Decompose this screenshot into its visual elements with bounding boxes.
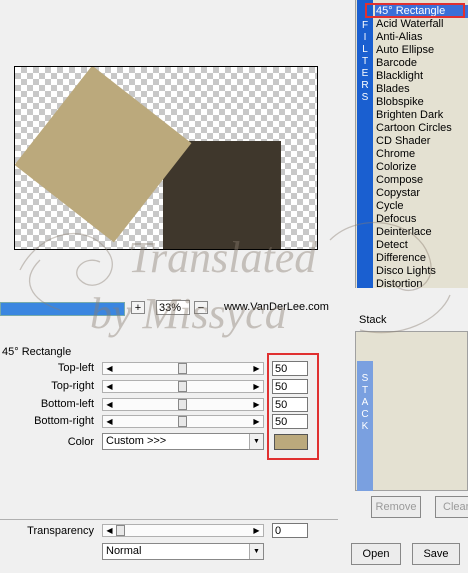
filter-item[interactable]: Colorize xyxy=(375,161,468,174)
filter-item[interactable]: Auto Ellipse xyxy=(375,44,468,57)
slider-transparency[interactable]: ◀ ▶ xyxy=(102,524,264,537)
filter-item[interactable]: Blobspike xyxy=(375,96,468,109)
filters-strip-letter: L xyxy=(362,44,368,55)
slider-right-arrow-icon[interactable]: ▶ xyxy=(251,416,262,427)
selection-highlight-outline xyxy=(365,3,465,18)
color-label: Color xyxy=(67,436,94,448)
zoom-in-button[interactable]: + xyxy=(131,301,145,314)
filter-item[interactable]: Chrome xyxy=(375,148,468,161)
filter-item[interactable]: Difference xyxy=(375,252,468,265)
slider-thumb[interactable] xyxy=(116,525,125,536)
slider-thumb[interactable] xyxy=(178,399,187,410)
filter-item[interactable]: Blacklight xyxy=(375,70,468,83)
filters-strip-letter: R xyxy=(361,80,369,91)
filters-strip-label: FILTERS xyxy=(357,20,373,104)
open-button[interactable]: Open xyxy=(351,543,401,565)
filters-list-panel[interactable]: FILTERS 45° Rectangle Acid Waterfall Anti-… xyxy=(355,0,468,291)
filter-item[interactable]: Deinterlace xyxy=(375,226,468,239)
color-dropdown-value: Custom >>> xyxy=(106,435,167,447)
slider-right-arrow-icon[interactable]: ▶ xyxy=(251,363,262,374)
param-label-top-right: Top-right xyxy=(51,380,94,392)
color-dropdown[interactable]: Custom >>> ▼ xyxy=(102,433,264,450)
slider-right-arrow-icon[interactable]: ▶ xyxy=(251,399,262,410)
stack-strip: STACK xyxy=(357,361,373,491)
zoom-out-button[interactable]: − xyxy=(194,301,208,314)
progress-bar xyxy=(0,302,125,316)
filter-item[interactable]: Defocus xyxy=(375,213,468,226)
filter-item[interactable]: Brighten Dark xyxy=(375,109,468,122)
slider-left-arrow-icon[interactable]: ◀ xyxy=(104,363,115,374)
param-label-bottom-left: Bottom-left xyxy=(40,398,94,410)
filter-item[interactable]: Detect xyxy=(375,239,468,252)
stack-panel[interactable]: STACK xyxy=(355,331,468,491)
filter-item[interactable]: Acid Waterfall xyxy=(375,18,468,31)
filter-item[interactable]: Blades xyxy=(375,83,468,96)
stack-strip-letter: K xyxy=(361,421,369,432)
slider-left-arrow-icon[interactable]: ◀ xyxy=(104,416,115,427)
remove-button[interactable]: Remove xyxy=(371,496,421,518)
clear-button[interactable]: Clear xyxy=(435,496,468,518)
slider-left-arrow-icon[interactable]: ◀ xyxy=(104,399,115,410)
slider-top-left[interactable]: ◀ ▶ xyxy=(102,362,264,375)
slider-right-arrow-icon[interactable]: ▶ xyxy=(251,381,262,392)
stack-strip-letter: C xyxy=(361,409,369,420)
filter-item[interactable]: Copystar xyxy=(375,187,468,200)
filter-item[interactable]: Cartoon Circles xyxy=(375,122,468,135)
stack-strip-label: STACK xyxy=(357,373,373,433)
stack-title: Stack xyxy=(359,314,387,326)
filter-item[interactable]: Disco Lights xyxy=(375,265,468,278)
blend-mode-value: Normal xyxy=(106,545,142,557)
param-label-bottom-right: Bottom-right xyxy=(34,415,94,427)
filters-strip-letter: F xyxy=(361,20,369,31)
slider-bottom-left[interactable]: ◀ ▶ xyxy=(102,398,264,411)
blend-mode-dropdown[interactable]: Normal ▼ xyxy=(102,543,264,560)
save-button[interactable]: Save xyxy=(412,543,460,565)
zoom-level[interactable]: 33% xyxy=(156,300,190,315)
filter-item[interactable]: CD Shader xyxy=(375,135,468,148)
filters-strip-letter: E xyxy=(361,68,369,79)
filters-strip: FILTERS xyxy=(357,0,373,288)
slider-top-right[interactable]: ◀ ▶ xyxy=(102,380,264,393)
slider-thumb[interactable] xyxy=(178,416,187,427)
slider-bottom-right[interactable]: ◀ ▶ xyxy=(102,415,264,428)
transparency-label: Transparency xyxy=(27,525,94,537)
stack-strip-letter: T xyxy=(361,385,369,396)
slider-left-arrow-icon[interactable]: ◀ xyxy=(104,381,115,392)
param-label-top-left: Top-left xyxy=(57,362,94,374)
divider xyxy=(0,519,338,520)
filters-strip-letter: I xyxy=(363,32,367,43)
filters-strip-letter: T xyxy=(361,56,369,67)
slider-left-arrow-icon[interactable]: ◀ xyxy=(104,525,115,536)
website-link[interactable]: www.VanDerLee.com xyxy=(224,301,329,314)
filters-strip-letter: S xyxy=(361,92,369,103)
slider-right-arrow-icon[interactable]: ▶ xyxy=(251,525,262,536)
transparency-value[interactable]: 0 xyxy=(272,523,308,538)
filter-item[interactable]: Cycle xyxy=(375,200,468,213)
dark-rectangle-layer xyxy=(163,141,281,249)
filter-item[interactable]: Barcode xyxy=(375,57,468,70)
preview-canvas xyxy=(14,66,318,250)
values-highlight-outline xyxy=(267,353,319,460)
filter-settings-title: 45° Rectangle xyxy=(2,346,72,358)
chevron-down-icon[interactable]: ▼ xyxy=(249,434,263,449)
filter-item[interactable]: Anti-Alias xyxy=(375,31,468,44)
slider-thumb[interactable] xyxy=(178,363,187,374)
filters-list[interactable]: 45° Rectangle Acid Waterfall Anti-Alias Aut… xyxy=(375,5,468,291)
stack-strip-letter: S xyxy=(361,373,369,384)
filter-item[interactable]: Compose xyxy=(375,174,468,187)
chevron-down-icon[interactable]: ▼ xyxy=(249,544,263,559)
slider-thumb[interactable] xyxy=(178,381,187,392)
stack-strip-letter: A xyxy=(361,397,369,408)
filter-item[interactable]: Distortion xyxy=(375,278,468,291)
